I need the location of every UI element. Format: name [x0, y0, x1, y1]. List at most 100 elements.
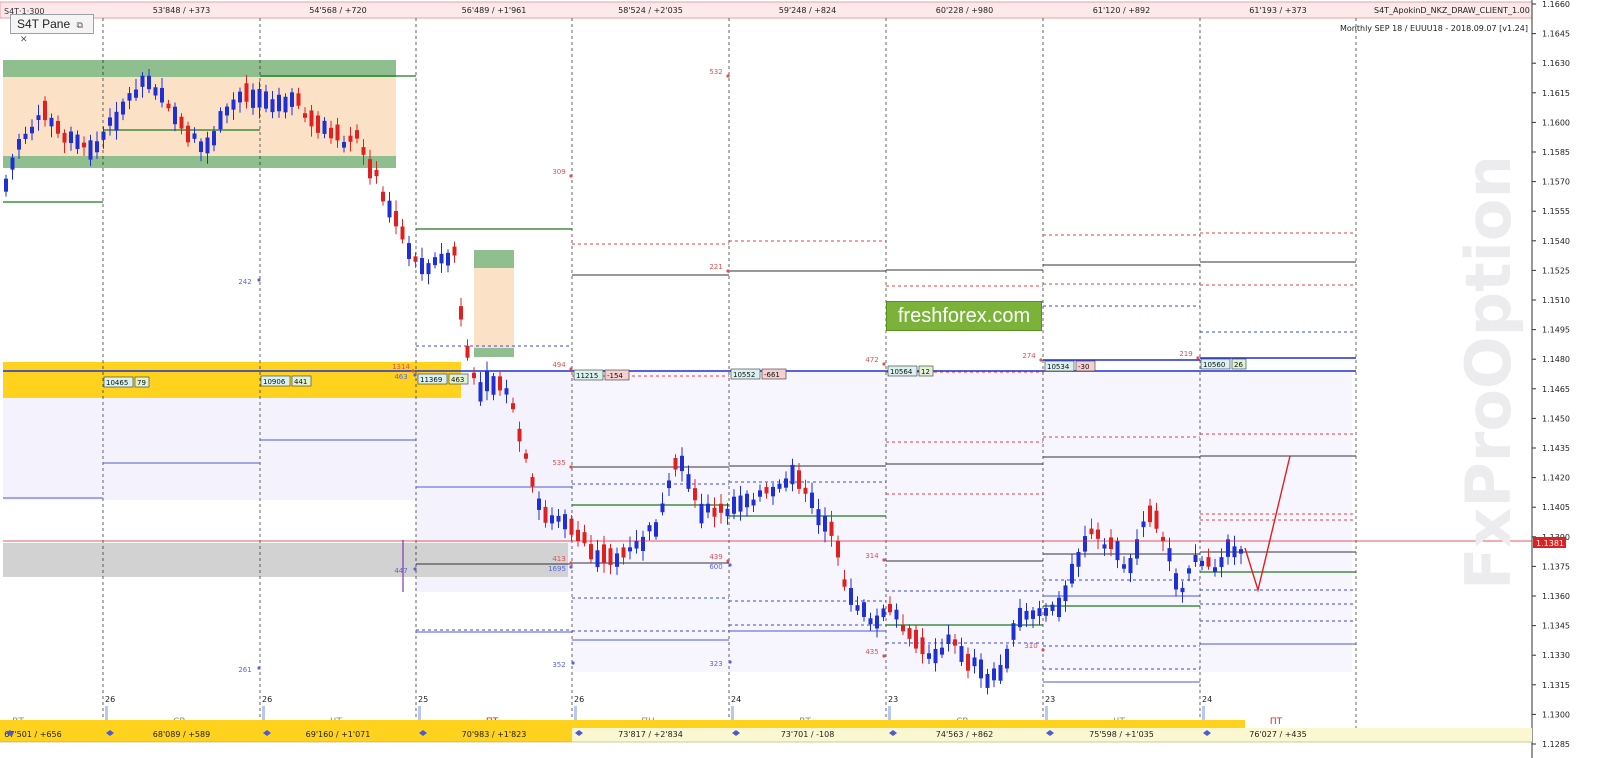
candle-body [166, 103, 171, 109]
top-axis-label: 61'193 / +373 [1249, 6, 1306, 15]
candle-body [836, 540, 840, 558]
candle-body [751, 499, 756, 506]
close-icon[interactable]: ✕ [20, 34, 28, 44]
red-annotation: 1314 [392, 363, 410, 371]
red-annotation: 413 [552, 555, 565, 563]
day-number: 24 [731, 695, 741, 704]
price-axis-label: 1.1480 [1542, 355, 1570, 364]
bottom-axis-label: 75'598 / +1'035 [1089, 730, 1154, 739]
bottom-axis-label: 76'027 / +435 [1249, 730, 1306, 739]
price-axis-label: 1.1555 [1542, 207, 1570, 216]
candle-body [251, 89, 255, 108]
candle-body [498, 376, 502, 391]
top-axis-label: 60'228 / +980 [936, 6, 993, 15]
brand-logo[interactable]: freshforex.com [886, 301, 1042, 331]
candle-body [381, 191, 385, 202]
candle-body [179, 116, 184, 129]
candle-body [524, 453, 528, 459]
candle-body [771, 486, 775, 497]
level-dot [1039, 358, 1043, 362]
candle-body [316, 115, 320, 133]
candle-body [946, 634, 951, 644]
candle-body [537, 498, 541, 510]
candle-body [264, 91, 268, 109]
tag-delta: 79 [137, 379, 146, 387]
candle-body [810, 492, 814, 509]
candle-body [1083, 536, 1087, 552]
day-number: 26 [574, 695, 584, 704]
candle-body [75, 134, 80, 150]
tag-value: 10552 [733, 371, 755, 379]
candle-body [407, 243, 411, 259]
candle-body [238, 91, 242, 103]
candle-body [556, 515, 561, 522]
level-dot [726, 269, 730, 273]
price-axis-label: 1.1405 [1542, 503, 1570, 512]
candle-body [608, 548, 613, 565]
candle-body [699, 503, 704, 524]
candle-body [459, 306, 463, 320]
day-marker [105, 706, 108, 720]
candle-body [894, 609, 899, 620]
candle-body [400, 226, 405, 240]
day-label: ПТ [1270, 717, 1283, 727]
price-chart[interactable]: 53'848 / +373 54'568 / +720 56'489 / +1'96… [0, 0, 1600, 758]
candle-body [82, 142, 86, 148]
candle-body [1050, 604, 1055, 611]
candle-body [1206, 557, 1211, 567]
candle-body [1200, 560, 1204, 566]
zone-week-2-bottom-edge [474, 348, 514, 357]
candle-body [374, 169, 379, 177]
candle-body [517, 428, 522, 442]
candle-body [478, 382, 483, 402]
candle-body [615, 553, 619, 567]
candle-body [283, 96, 288, 113]
bottom-axis-label: 74'563 / +862 [936, 730, 993, 739]
candle-body [1063, 585, 1068, 602]
candle-body [108, 117, 112, 126]
blue-annotation: 447 [394, 567, 407, 575]
candle-body [680, 455, 684, 472]
candle-body [4, 178, 8, 192]
candle-body [127, 93, 132, 101]
candle-body [543, 506, 548, 523]
candle-body [1011, 623, 1016, 640]
level-dot [726, 74, 730, 78]
candle-body [875, 615, 879, 629]
red-annotation: 439 [709, 553, 722, 561]
candle-body [530, 477, 535, 487]
blue-annotation: 463 [394, 373, 407, 381]
price-axis-label: 1.1300 [1542, 710, 1570, 719]
tag-value: 11369 [420, 376, 442, 384]
red-annotation: 494 [552, 361, 566, 369]
candle-body [868, 618, 873, 625]
candle-body [998, 664, 1003, 681]
candle-body [153, 87, 158, 96]
bottom-axis: 67'501 / +656 68'089 / +589 69'160 / +1'07… [4, 730, 1307, 739]
candle-body [1226, 539, 1230, 557]
blue-annotation: 600 [709, 563, 722, 571]
candle-body [426, 263, 431, 275]
candle-body [907, 628, 912, 639]
day-number: 24 [1202, 695, 1212, 704]
gray-band [3, 543, 568, 577]
candle-body [1141, 521, 1146, 528]
candle-body [36, 115, 41, 121]
day-marker [418, 706, 421, 720]
price-axis-label: 1.1510 [1542, 296, 1570, 305]
zone-week-1-bottom-edge [3, 156, 396, 168]
candle-body [186, 125, 190, 143]
tag-delta: 463 [451, 376, 464, 384]
level-dot [726, 559, 730, 563]
candle-body [1161, 536, 1165, 542]
candle-body [823, 515, 827, 532]
candle-body [706, 503, 710, 513]
candle-body [803, 487, 808, 494]
level-dot [411, 369, 415, 373]
candle-body [88, 140, 93, 160]
day-number: 26 [105, 695, 115, 704]
restore-icon[interactable]: ⧉ [77, 20, 83, 30]
top-axis-label: 54'568 / +720 [309, 6, 366, 15]
day-marker [262, 706, 265, 720]
pane-tab[interactable]: S4T Pane ⧉ ✕ [10, 14, 94, 44]
